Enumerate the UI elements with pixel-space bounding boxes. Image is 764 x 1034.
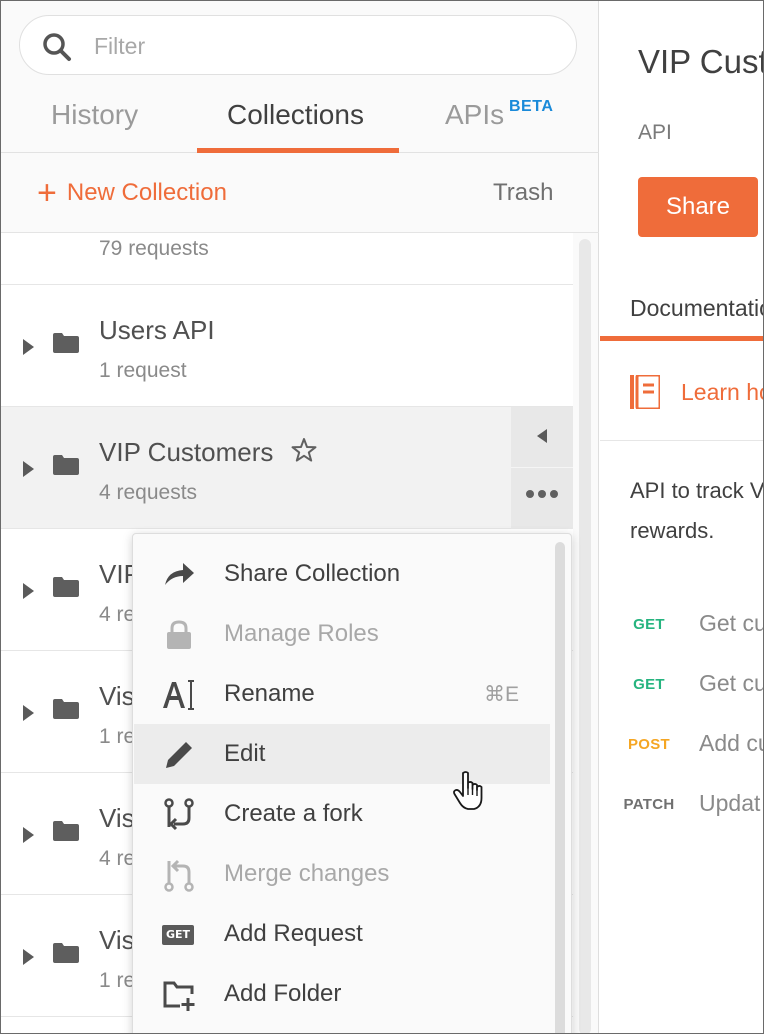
collection-count: 4 requests [99, 481, 198, 504]
folder-icon [53, 699, 79, 719]
folder-icon [53, 577, 79, 597]
expand-caret-icon[interactable] [23, 949, 34, 965]
collection-row[interactable]: 79 requests [1, 233, 573, 285]
menu-item-rename[interactable]: Rename ⌘E [134, 664, 550, 724]
collection-count: 4 re [99, 847, 136, 870]
folder-icon [53, 943, 79, 963]
menu-item-manage-roles[interactable]: Manage Roles [134, 604, 550, 664]
lock-icon [167, 620, 191, 649]
search-input[interactable]: Filter [19, 15, 577, 75]
tab-apis[interactable]: APIs [445, 99, 504, 131]
method-label: GET [633, 676, 665, 693]
request-row[interactable]: GET Get cu [600, 606, 764, 646]
collection-count: 4 re [99, 603, 136, 626]
collection-count: 1 re [99, 969, 136, 992]
collection-name: Vis [99, 681, 135, 711]
rename-icon [163, 680, 194, 710]
request-row[interactable]: GET Get cu [600, 666, 764, 706]
more-dots-icon [526, 490, 558, 498]
collection-actions: + New Collection Trash [1, 153, 599, 233]
book-icon [630, 375, 660, 409]
expand-caret-icon[interactable] [23, 583, 34, 599]
request-name: Get cu [699, 670, 764, 696]
expand-caret-icon[interactable] [23, 339, 34, 355]
menu-item-label: Share Collection [224, 560, 401, 587]
request-row[interactable]: POST Add cu [600, 726, 764, 766]
menu-item-label: Merge changes [224, 860, 390, 887]
request-name: Updat [699, 790, 761, 816]
app-window: Filter History Collections APIs BETA + N… [0, 0, 764, 1034]
page-title: VIP Customers [638, 43, 764, 80]
request-name: Get cu [699, 610, 764, 636]
request-row[interactable]: PATCH Updat [600, 786, 763, 826]
collection-count: 79 requests [99, 237, 209, 260]
main-tabs: Documentation [600, 271, 763, 341]
pencil-icon [166, 742, 192, 768]
method-label: GET [633, 616, 665, 633]
menu-scrollbar[interactable] [555, 542, 565, 1033]
collection-row-selected[interactable]: VIP Customers 4 requests [1, 407, 573, 529]
search-icon [43, 33, 71, 61]
collection-name: VIP Customers [99, 437, 274, 467]
menu-item-merge-changes[interactable]: Merge changes [134, 844, 550, 904]
menu-item-label: Create a fork [224, 800, 363, 827]
get-badge: GET [162, 925, 194, 945]
beta-badge: BETA [509, 98, 554, 115]
hand-cursor-icon [453, 771, 483, 810]
tab-history[interactable]: History [51, 99, 138, 131]
fork-icon [164, 798, 194, 831]
entity-type: API [638, 121, 672, 144]
get-badge-icon: GET [162, 918, 196, 952]
tab-collections[interactable]: Collections [227, 99, 364, 131]
collection-row[interactable]: Users API 1 request [1, 285, 573, 407]
sidebar-scrollbar[interactable] [579, 239, 591, 1033]
search-placeholder: Filter [94, 33, 146, 59]
expand-caret-icon[interactable] [23, 461, 34, 477]
menu-item-label: Rename [224, 680, 315, 707]
plus-icon: + [37, 174, 57, 212]
folder-icon [53, 821, 79, 841]
folder-icon [53, 333, 79, 353]
request-name: Add cu [699, 730, 764, 756]
menu-item-add-request[interactable]: GET Add Request [134, 904, 550, 964]
menu-item-create-fork[interactable]: Create a fork [134, 784, 550, 844]
menu-item-edit[interactable]: Edit [134, 724, 550, 784]
trash-button[interactable]: Trash [493, 179, 553, 207]
tab-documentation[interactable]: Documentation [630, 295, 763, 322]
method-label: PATCH [623, 796, 675, 813]
star-icon[interactable] [291, 437, 317, 463]
collection-count: 1 request [99, 359, 187, 382]
menu-item-share-collection[interactable]: Share Collection [134, 544, 550, 604]
collection-name: Vis [99, 925, 135, 955]
new-collection-label: New Collection [66, 179, 227, 206]
new-collection-button[interactable]: + New Collection [37, 174, 227, 212]
share-arrow-icon [165, 563, 194, 585]
more-actions-button[interactable] [511, 468, 573, 529]
expand-caret-icon[interactable] [23, 705, 34, 721]
expand-caret-icon[interactable] [23, 827, 34, 843]
learn-banner: Learn how [600, 341, 763, 441]
collection-name: Users API [99, 315, 215, 345]
share-button[interactable]: Share [638, 177, 758, 237]
merge-icon [164, 859, 194, 892]
collection-context-menu: Share Collection Manage Roles Rename ⌘E … [132, 533, 572, 1033]
menu-item-label: Add Request [224, 920, 363, 947]
menu-item-label: Edit [224, 740, 266, 767]
collection-description: API to track VIP rewards. [630, 478, 764, 543]
folder-icon [53, 455, 79, 475]
add-folder-icon [163, 981, 195, 1011]
shortcut-hint: ⌘E [484, 683, 520, 706]
collapse-panel-button[interactable] [511, 407, 573, 468]
main-pane: VIP Customers API Share Documentation Le… [600, 1, 764, 1033]
learn-link[interactable]: Learn how [681, 379, 763, 406]
menu-item-label: Add Folder [224, 980, 342, 1007]
collection-name: Vis [99, 803, 135, 833]
sidebar-tabs: History Collections APIs [1, 87, 599, 153]
menu-item-label: Manage Roles [224, 620, 379, 647]
method-label: POST [627, 736, 671, 753]
collection-count: 1 re [99, 725, 136, 748]
caret-left-icon [537, 429, 547, 443]
menu-item-add-folder[interactable]: Add Folder [134, 964, 550, 1024]
